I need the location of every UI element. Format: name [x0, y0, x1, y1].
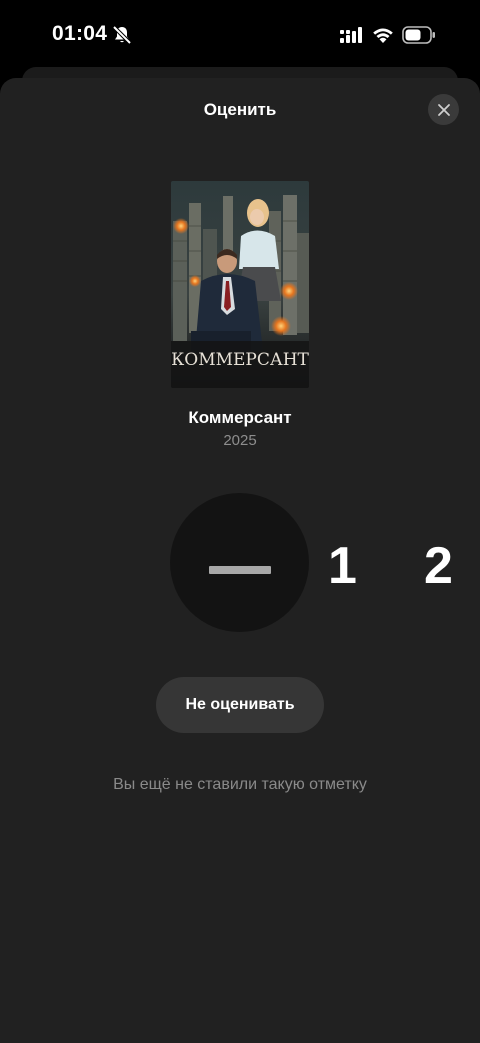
close-icon	[437, 103, 450, 116]
status-time: 01:04	[52, 22, 108, 45]
skip-rating-button[interactable]: Не оценивать	[156, 677, 324, 733]
wifi-icon	[371, 25, 395, 44]
no-rating-dash	[209, 566, 271, 574]
movie-year: 2025	[223, 432, 257, 449]
poster-title: КОММЕРСАНТ	[171, 350, 309, 370]
cellular-signal-icon	[340, 27, 364, 43]
sheet-title: Оценить	[203, 100, 277, 119]
close-button[interactable]	[428, 94, 459, 125]
movie-title: Коммерсант	[188, 408, 292, 427]
rating-selector[interactable]	[170, 493, 309, 632]
poster-image: КОММЕРСАНТ	[171, 181, 309, 388]
bell-muted-icon	[111, 24, 133, 46]
movie-poster: КОММЕРСАНТ	[171, 181, 309, 388]
battery-icon	[402, 26, 436, 44]
rating-option-1[interactable]: 1	[328, 538, 357, 594]
rating-option-2[interactable]: 2	[424, 538, 453, 594]
screen: 01:04 Оценить КОММЕРСАНТ Коммерсант 2025…	[0, 0, 480, 1043]
hint-text: Вы ещё не ставили такую отметку	[113, 776, 367, 793]
status-bar: 01:04	[0, 0, 480, 70]
